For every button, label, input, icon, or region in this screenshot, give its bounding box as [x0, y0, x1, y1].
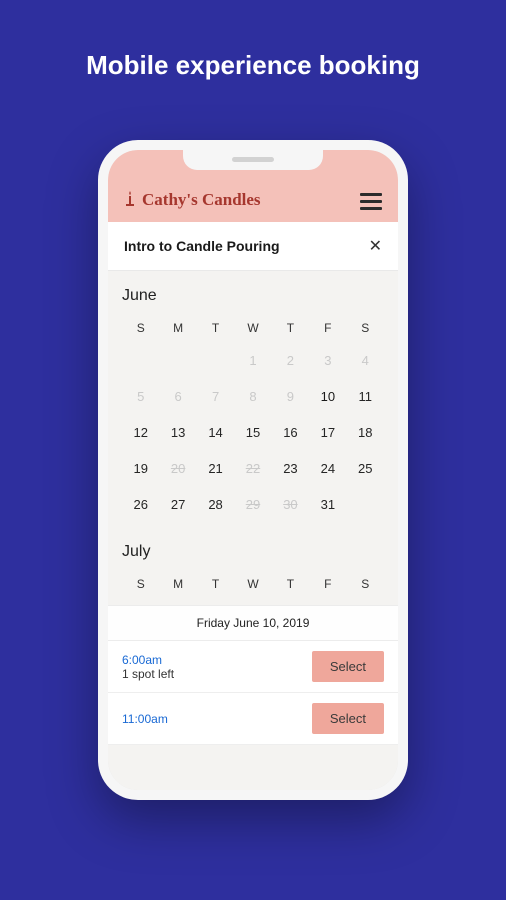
- slot-availability: 1 spot left: [122, 667, 174, 681]
- calendar-day[interactable]: 22: [234, 457, 271, 481]
- brand[interactable]: Cathy's Candles: [124, 190, 261, 210]
- slot-info: 6:00am1 spot left: [122, 653, 174, 681]
- dow-cell: M: [159, 577, 196, 591]
- dow-cell: T: [197, 321, 234, 335]
- dow-row: SMTWTFS: [122, 577, 384, 591]
- calendar-day[interactable]: 24: [309, 457, 346, 481]
- calendar-day[interactable]: 20: [159, 457, 196, 481]
- calendar-day[interactable]: 19: [122, 457, 159, 481]
- dow-cell: T: [272, 321, 309, 335]
- slot-time: 6:00am: [122, 653, 174, 667]
- slot-time: 11:00am: [122, 712, 168, 726]
- dow-cell: W: [234, 577, 271, 591]
- dow-cell: S: [347, 321, 384, 335]
- select-button[interactable]: Select: [312, 703, 384, 734]
- calendar-june: June SMTWTFS 123456789101112131415161718…: [108, 271, 398, 517]
- calendar-day[interactable]: 8: [234, 385, 271, 409]
- close-icon[interactable]: ✕: [369, 236, 382, 256]
- time-slot: 6:00am1 spot left Select: [108, 641, 398, 693]
- calendar-day[interactable]: 15: [234, 421, 271, 445]
- calendar-day[interactable]: 31: [309, 493, 346, 517]
- calendar-day: [122, 349, 159, 373]
- week-row: 12131415161718: [122, 421, 384, 445]
- calendar-day[interactable]: 7: [197, 385, 234, 409]
- calendar-day[interactable]: 4: [347, 349, 384, 373]
- dow-cell: F: [309, 321, 346, 335]
- calendar-day[interactable]: 27: [159, 493, 196, 517]
- calendar-day[interactable]: 9: [272, 385, 309, 409]
- calendar-day[interactable]: 3: [309, 349, 346, 373]
- calendar-day[interactable]: 5: [122, 385, 159, 409]
- calendar-day[interactable]: 11: [347, 385, 384, 409]
- page-title: Mobile experience booking: [0, 0, 506, 81]
- dow-cell: T: [272, 577, 309, 591]
- week-row: 1234: [122, 349, 384, 373]
- dow-cell: T: [197, 577, 234, 591]
- calendar-day: [347, 493, 384, 517]
- title-bar: Intro to Candle Pouring ✕: [108, 222, 398, 271]
- calendar-day: [197, 349, 234, 373]
- dow-cell: W: [234, 321, 271, 335]
- calendar-day[interactable]: 18: [347, 421, 384, 445]
- calendar-day[interactable]: 2: [272, 349, 309, 373]
- course-title: Intro to Candle Pouring: [124, 238, 280, 254]
- calendar-day[interactable]: 25: [347, 457, 384, 481]
- phone-content: Cathy's Candles Intro to Candle Pouring …: [108, 150, 398, 790]
- calendar-day[interactable]: 26: [122, 493, 159, 517]
- calendar-day[interactable]: 28: [197, 493, 234, 517]
- dow-cell: F: [309, 577, 346, 591]
- month-label-june: June: [122, 287, 384, 305]
- dow-cell: S: [122, 577, 159, 591]
- dow-cell: S: [347, 577, 384, 591]
- dow-row: SMTWTFS: [122, 321, 384, 335]
- slot-info: 11:00am: [122, 712, 168, 726]
- calendar-day[interactable]: 29: [234, 493, 271, 517]
- menu-icon[interactable]: [360, 193, 382, 210]
- dow-cell: M: [159, 321, 196, 335]
- calendar-day[interactable]: 23: [272, 457, 309, 481]
- calendar-day[interactable]: 12: [122, 421, 159, 445]
- calendar-day[interactable]: 16: [272, 421, 309, 445]
- calendar-day[interactable]: 6: [159, 385, 196, 409]
- brand-name: Cathy's Candles: [142, 190, 261, 210]
- candle-icon: [124, 191, 136, 209]
- calendar-day[interactable]: 21: [197, 457, 234, 481]
- month-label-july: July: [122, 543, 384, 561]
- calendar-day: [159, 349, 196, 373]
- calendar-day[interactable]: 13: [159, 421, 196, 445]
- calendar-day[interactable]: 14: [197, 421, 234, 445]
- time-slot: 11:00am Select: [108, 693, 398, 745]
- week-row: 262728293031: [122, 493, 384, 517]
- calendar-day[interactable]: 1: [234, 349, 271, 373]
- dow-cell: S: [122, 321, 159, 335]
- phone-frame: Cathy's Candles Intro to Candle Pouring …: [98, 140, 408, 800]
- calendar-day[interactable]: 17: [309, 421, 346, 445]
- week-row: 19202122232425: [122, 457, 384, 481]
- calendar-day[interactable]: 10: [309, 385, 346, 409]
- calendar-july: July SMTWTFS: [108, 529, 398, 591]
- selected-date-header: Friday June 10, 2019: [108, 605, 398, 641]
- phone-notch: [183, 148, 323, 170]
- select-button[interactable]: Select: [312, 651, 384, 682]
- calendar-day[interactable]: 30: [272, 493, 309, 517]
- week-row: 567891011: [122, 385, 384, 409]
